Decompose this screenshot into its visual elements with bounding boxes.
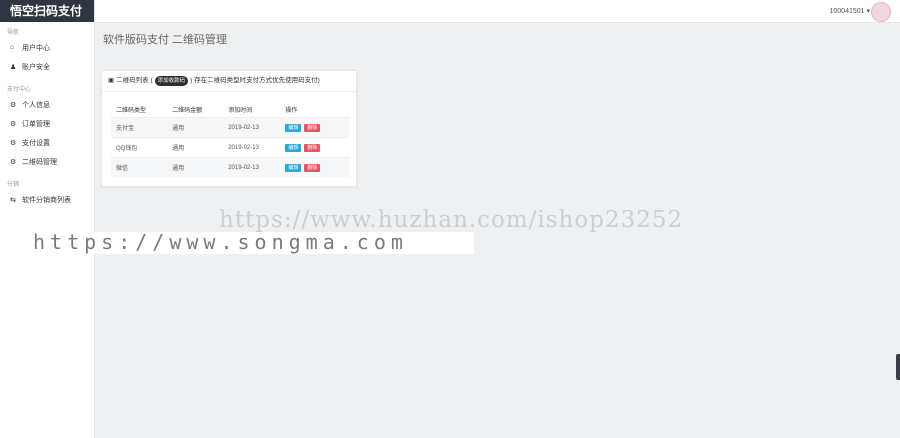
sidebar-item-label: 用户中心 bbox=[22, 44, 50, 52]
sidebar-item-label: 账户安全 bbox=[22, 63, 50, 71]
sidebar-item-label: 订单管理 bbox=[22, 120, 50, 128]
share-icon: ⇆ bbox=[10, 196, 16, 204]
add-qrcode-button[interactable]: 添加收款码 bbox=[154, 76, 189, 86]
gear-icon: ⚙ bbox=[10, 101, 17, 109]
gear-icon: ⚙ bbox=[10, 120, 17, 128]
table-cell: QQ钱包 bbox=[111, 137, 168, 158]
card-title-prefix: 二维码列表 ( bbox=[116, 77, 153, 84]
table-row: 支付宝 通用 2019-02-13 编辑 删除 bbox=[111, 117, 349, 138]
list-icon: ▣ bbox=[108, 77, 115, 84]
sidebar-item-label: 软件分销商列表 bbox=[22, 196, 71, 204]
edit-button[interactable]: 编辑 bbox=[285, 123, 302, 132]
watermark-bottom: https://www.songma.com bbox=[33, 230, 408, 254]
table-cell: 2019-02-13 bbox=[223, 157, 281, 177]
table-cell: 通用 bbox=[167, 117, 224, 138]
gear-icon: ⚙ bbox=[10, 139, 17, 147]
sidebar-group-title: 导航 bbox=[7, 30, 20, 36]
sidebar-item[interactable]: ⚙ 个人信息 bbox=[0, 95, 94, 114]
sidebar-item-label: 个人信息 bbox=[22, 101, 50, 109]
table-cell: 微信 bbox=[111, 157, 168, 177]
table-cell: 通用 bbox=[167, 137, 224, 158]
sidebar-item[interactable]: ♟ 账户安全 bbox=[0, 57, 94, 76]
table-cell: 支付宝 bbox=[111, 117, 168, 138]
sidebar-item[interactable]: ⚙ 订单管理 bbox=[0, 114, 94, 133]
column-header: 二维码金额 bbox=[172, 107, 203, 114]
actions-cell: 编辑 删除 bbox=[280, 117, 349, 138]
home-icon: ⌂ bbox=[10, 44, 15, 51]
user-icon: ♟ bbox=[10, 63, 17, 71]
topbar: 100041501 ▾ bbox=[95, 0, 900, 23]
column-header: 操作 bbox=[285, 107, 298, 114]
card-header: ▣ 二维码列表 ( 添加收款码 ) 存在二维码类型时支付方式优先使用码支付) bbox=[102, 71, 356, 92]
sidebar-item[interactable]: ⚙ 二维码管理 bbox=[0, 152, 94, 171]
qrcode-card: ▣ 二维码列表 ( 添加收款码 ) 存在二维码类型时支付方式优先使用码支付) 二… bbox=[101, 70, 357, 187]
sidebar-item[interactable]: ⇆ 软件分销商列表 bbox=[0, 190, 94, 209]
sidebar-group-title: 支付中心 bbox=[7, 87, 32, 93]
table-cell: 2019-02-13 bbox=[223, 137, 281, 158]
sidebar-item-label: 支付设置 bbox=[22, 139, 50, 147]
brand-title: 悟空扫码支付 bbox=[0, 0, 94, 22]
user-menu[interactable]: 100041501 ▾ bbox=[830, 7, 871, 15]
gear-icon: ⚙ bbox=[10, 158, 17, 166]
avatar[interactable] bbox=[871, 2, 891, 22]
table-cell: 2019-02-13 bbox=[223, 117, 281, 138]
sidebar-group-title: 分销 bbox=[7, 182, 20, 188]
delete-button[interactable]: 删除 bbox=[304, 143, 321, 152]
table-row: 微信 通用 2019-02-13 编辑 删除 bbox=[111, 157, 349, 177]
actions-cell: 编辑 删除 bbox=[280, 137, 349, 158]
sidebar-item-label: 二维码管理 bbox=[22, 158, 57, 166]
sidebar-item[interactable]: ⌂ 用户中心 bbox=[0, 38, 94, 57]
column-header: 添加时间 bbox=[228, 107, 253, 114]
side-tab-handle[interactable] bbox=[896, 354, 900, 380]
sidebar: 悟空扫码支付 导航 ⌂ 用户中心 ♟ 账户安全支付中心 ⚙ 个人信息 ⚙ 订单管理 ⚙ 支付设置 ⚙ 二… bbox=[0, 0, 95, 438]
edit-button[interactable]: 编辑 bbox=[285, 163, 302, 172]
sidebar-nav: 导航 ⌂ 用户中心 ♟ 账户安全支付中心 ⚙ 个人信息 ⚙ 订单管理 ⚙ 支付设置 ⚙ 二维码管理分销 ⇆… bbox=[0, 28, 94, 209]
delete-button[interactable]: 删除 bbox=[304, 163, 321, 172]
qrcode-table: 二维码类型 二维码金额 添加时间 操作 支付宝 通用 2019-02-13 编辑 删除 QQ钱包… bbox=[111, 101, 349, 177]
table-cell: 通用 bbox=[167, 157, 224, 177]
table-row: QQ钱包 通用 2019-02-13 编辑 删除 bbox=[111, 137, 349, 158]
page-title: 软件版码支付 二维码管理 bbox=[103, 34, 228, 46]
sidebar-item[interactable]: ⚙ 支付设置 bbox=[0, 133, 94, 152]
actions-cell: 编辑 删除 bbox=[280, 157, 349, 177]
column-header: 二维码类型 bbox=[116, 107, 147, 114]
card-title-suffix: ) 存在二维码类型时支付方式优先使用码支付) bbox=[190, 77, 320, 84]
delete-button[interactable]: 删除 bbox=[304, 123, 321, 132]
edit-button[interactable]: 编辑 bbox=[285, 143, 302, 152]
